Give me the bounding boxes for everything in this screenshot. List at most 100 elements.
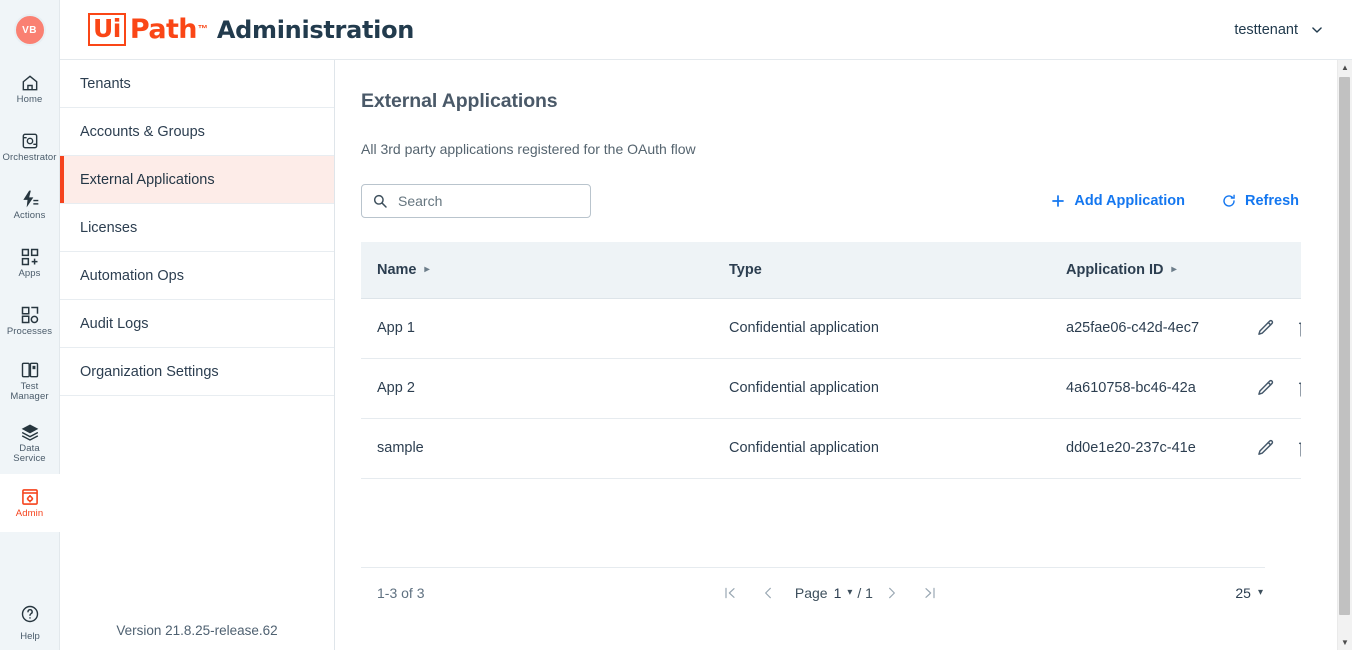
rail-item-apps-label: Apps — [18, 268, 41, 280]
scroll-up-arrow-icon[interactable]: ▲ — [1338, 60, 1352, 75]
avatar[interactable]: VB — [13, 14, 46, 46]
rail-item-help-label: Help — [20, 631, 40, 642]
sidebar-item-organization-settings[interactable]: Organization Settings — [60, 348, 334, 396]
scroll-down-arrow-icon[interactable]: ▼ — [1338, 635, 1352, 650]
main-scroll-region: External Applications All 3rd party appl… — [335, 60, 1337, 650]
page-number-select[interactable]: 1 ▾ — [834, 585, 853, 601]
delete-application-button[interactable] — [1296, 437, 1301, 459]
table-row[interactable]: App 2 Confidential application 4a610758-… — [361, 358, 1301, 419]
cell-actions — [1235, 418, 1301, 479]
table-head: Name ▸ Type Application ID ▸ — [361, 242, 1301, 299]
column-header-application-id-label: Application ID — [1066, 261, 1164, 278]
rail-item-processes-label: Processes — [6, 326, 53, 338]
table-row[interactable]: sample Confidential application dd0e1e20… — [361, 418, 1301, 479]
rail-items: Home Orchestrator Actions Apps Processes… — [0, 60, 60, 532]
page-product-title: Administration — [216, 15, 415, 44]
pencil-icon — [1255, 438, 1276, 459]
rail-item-apps[interactable]: Apps — [0, 234, 60, 292]
sidebar-item-audit-logs[interactable]: Audit Logs — [60, 300, 334, 348]
last-page-icon[interactable] — [911, 576, 949, 610]
column-header-name[interactable]: Name ▸ — [361, 242, 713, 299]
rail-item-processes[interactable]: Processes — [0, 292, 60, 350]
table-row[interactable]: App 1 Confidential application a25fae06-… — [361, 298, 1301, 359]
edit-application-button[interactable] — [1255, 377, 1276, 399]
delete-application-button[interactable] — [1296, 377, 1301, 399]
search-icon — [372, 193, 388, 209]
add-application-button[interactable]: Add Application — [1048, 189, 1187, 213]
rail-item-actions-label: Actions — [13, 210, 46, 222]
cell-application-id: 4a610758-bc46-42a — [1050, 358, 1235, 419]
apps-icon — [20, 247, 40, 267]
sidebar-item-label: Licenses — [80, 219, 138, 236]
help-circle-icon — [20, 604, 40, 629]
prev-page-icon[interactable] — [749, 576, 787, 610]
table-header-row: Name ▸ Type Application ID ▸ — [361, 242, 1301, 299]
edit-application-button[interactable] — [1255, 437, 1276, 459]
rail-item-data-service-label: Data Service — [13, 443, 46, 464]
search-container[interactable] — [361, 184, 591, 218]
avatar-container[interactable]: VB — [0, 0, 60, 60]
tenant-selector[interactable]: testtenant — [1228, 18, 1330, 42]
admin-page: VB Home Orchestrator Actions Apps Proces… — [0, 0, 1352, 650]
next-page-icon[interactable] — [873, 576, 911, 610]
plus-icon — [1050, 193, 1066, 209]
admin-icon — [20, 487, 40, 507]
chevron-down-icon — [1310, 23, 1324, 37]
right-column: Ui Path ™ Administration testtenant Tena… — [60, 0, 1352, 650]
test-manager-icon — [20, 360, 40, 380]
orchestrator-icon — [20, 131, 40, 151]
table-toolbar: Add Application Refresh — [361, 184, 1337, 218]
rail-item-orchestrator[interactable]: Orchestrator — [0, 118, 60, 176]
cell-type: Confidential application — [713, 418, 1050, 479]
column-header-type-label: Type — [729, 261, 762, 278]
refresh-button[interactable]: Refresh — [1219, 189, 1301, 213]
page-title: External Applications — [361, 90, 558, 112]
rail-item-home[interactable]: Home — [0, 60, 60, 118]
main-content: External Applications All 3rd party appl… — [335, 60, 1352, 650]
sidebar-item-accounts-groups[interactable]: Accounts & Groups — [60, 108, 334, 156]
rail-item-help[interactable]: Help — [0, 604, 60, 642]
applications-table-wrap: Name ▸ Type Application ID ▸ App 1 Confi… — [361, 242, 1301, 619]
cell-actions — [1235, 298, 1301, 359]
rail-item-orchestrator-label: Orchestrator — [2, 152, 57, 164]
brand-logo[interactable]: Ui Path ™ Administration — [88, 13, 414, 46]
chevron-down-icon: ▾ — [1257, 587, 1263, 598]
column-header-type[interactable]: Type — [713, 242, 1050, 299]
scrollbar-thumb[interactable] — [1339, 77, 1350, 615]
sidebar-item-tenants[interactable]: Tenants — [60, 60, 334, 108]
sidebar-item-label: Accounts & Groups — [80, 123, 205, 140]
rail-item-actions[interactable]: Actions — [0, 176, 60, 234]
brand-path-text: Path — [129, 14, 198, 45]
sidebar-item-label: External Applications — [80, 171, 215, 188]
delete-application-button[interactable] — [1296, 317, 1301, 339]
refresh-icon — [1221, 193, 1237, 209]
page-size-select[interactable]: 25 ▾ — [1235, 585, 1263, 601]
sidebar-item-label: Audit Logs — [80, 315, 149, 332]
cell-actions — [1235, 358, 1301, 419]
sort-arrow-icon: ▸ — [1171, 263, 1177, 275]
rail-item-test-manager-label: Test Manager — [10, 381, 49, 402]
rail-item-data-service[interactable]: Data Service — [0, 412, 60, 474]
column-header-application-id[interactable]: Application ID ▸ — [1050, 242, 1235, 299]
submenu-filler — [60, 396, 334, 610]
rail-item-home-label: Home — [16, 94, 43, 106]
pagination-total-pages: / 1 — [857, 585, 873, 601]
search-input[interactable] — [396, 192, 580, 210]
pencil-icon — [1255, 378, 1276, 399]
actions-icon — [20, 189, 40, 209]
vertical-scrollbar[interactable]: ▲ ▼ — [1337, 60, 1352, 650]
rail-item-test-manager[interactable]: Test Manager — [0, 350, 60, 412]
sidebar-item-automation-ops[interactable]: Automation Ops — [60, 252, 334, 300]
first-page-icon[interactable] — [711, 576, 749, 610]
sidebar-item-external-applications[interactable]: External Applications — [60, 156, 334, 204]
page-subtitle: All 3rd party applications registered fo… — [361, 141, 696, 157]
cell-type: Confidential application — [713, 358, 1050, 419]
sidebar-item-label: Automation Ops — [80, 267, 184, 284]
edit-application-button[interactable] — [1255, 317, 1276, 339]
trash-x-icon — [1296, 378, 1301, 399]
scrollbar-track[interactable] — [1338, 75, 1352, 635]
app-icon-rail: VB Home Orchestrator Actions Apps Proces… — [0, 0, 60, 650]
trash-x-icon — [1296, 318, 1301, 339]
rail-item-admin[interactable]: Admin — [0, 474, 60, 532]
sidebar-item-licenses[interactable]: Licenses — [60, 204, 334, 252]
